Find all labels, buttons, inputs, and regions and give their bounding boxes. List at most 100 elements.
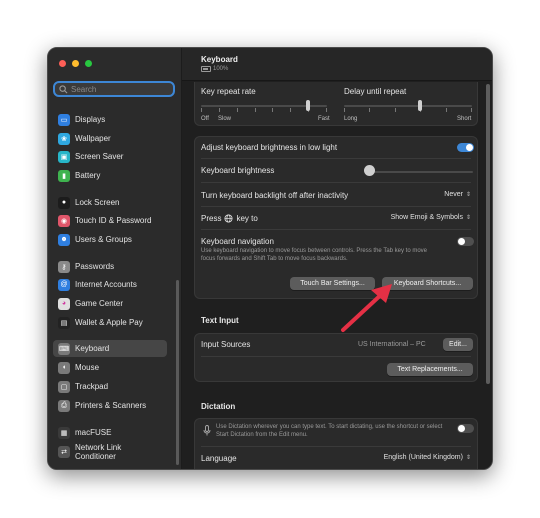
search-icon [59, 85, 68, 94]
sidebar-item-label: Mouse [75, 363, 100, 372]
sidebar-item-label: Network Link Conditioner [75, 443, 122, 461]
trackpad-icon: ▢ [58, 380, 70, 393]
press-key-suffix: key to [236, 214, 258, 223]
slider-tick [344, 108, 345, 112]
macfuse-icon: ▦ [58, 426, 70, 439]
slider-tick [272, 108, 273, 112]
adjust-brightness-toggle[interactable] [457, 143, 474, 152]
at-icon: @ [58, 278, 70, 291]
sidebar-item-battery[interactable]: ▮ Battery [53, 167, 167, 184]
sidebar-scrollbar[interactable] [176, 280, 179, 465]
slider-tick [290, 108, 291, 112]
sidebar-item-macfuse[interactable]: ▦ macFUSE [53, 424, 167, 441]
main-scrollbar[interactable] [486, 84, 490, 384]
slider-tick [219, 108, 220, 112]
slider-knob[interactable] [418, 100, 422, 111]
page-title: Keyboard [201, 55, 238, 64]
zoom-window-button[interactable] [85, 60, 92, 67]
sidebar-item-trackpad[interactable]: ▢ Trackpad [53, 378, 167, 395]
delay-until-repeat-label: Delay until repeat [344, 87, 407, 96]
fingerprint-icon: ◉ [58, 214, 70, 227]
backlight-off-value: Never [444, 191, 463, 198]
keyboard-brightness-slider[interactable] [364, 165, 375, 176]
sidebar-item-network-link-conditioner[interactable]: ⇄ Network Link Conditioner [53, 440, 167, 464]
sidebar-item-label: Trackpad [75, 382, 109, 391]
keyboard-navigation-toggle[interactable] [457, 237, 474, 246]
dictation-panel: Use Dictation wherever you can type text… [194, 418, 478, 469]
battery-percent: 100% [213, 66, 229, 72]
users-icon: ☻ [58, 233, 70, 246]
sidebar-item-passwords[interactable]: ⚷ Passwords [53, 258, 167, 275]
sidebar-item-wallet-apple-pay[interactable]: ▤ Wallet & Apple Pay [53, 314, 167, 331]
sidebar-item-wallpaper[interactable]: ❀ Wallpaper [53, 130, 167, 147]
wallpaper-icon: ❀ [58, 132, 70, 145]
sidebar-item-label: Battery [75, 171, 101, 180]
battery-icon: ▮ [58, 169, 70, 182]
settings-window: Search ▭ Displays ❀ Wallpaper ▣ Screen Saver ▮… [47, 47, 493, 470]
sidebar-item-label: Wallpaper [75, 134, 111, 143]
sidebar-item-users-groups[interactable]: ☻ Users & Groups [53, 231, 167, 248]
dictation-description: Use Dictation wherever you can type text… [216, 424, 443, 438]
slider-tick [201, 108, 202, 112]
slider-tick [446, 108, 447, 112]
titlebar: Keyboard 100% [182, 48, 492, 81]
slider-track [344, 105, 472, 107]
slider-tick [326, 108, 327, 112]
delay-long-label: Long [344, 116, 358, 122]
dictation-toggle[interactable] [457, 424, 474, 433]
sidebar-item-label: Keyboard [75, 344, 110, 353]
sidebar-item-touch-id-password[interactable]: ◉ Touch ID & Password [53, 212, 167, 229]
backlight-off-label: Turn keyboard backlight off after inacti… [201, 191, 349, 200]
text-replacements-button[interactable]: Text Replacements... [387, 363, 473, 376]
slider-tick [255, 108, 256, 112]
key-repeat-fast-label: Fast [318, 116, 330, 122]
language-value: English (United Kingdom) [383, 454, 463, 461]
sidebar-item-mouse[interactable]: ◖ Mouse [53, 359, 167, 376]
sidebar-item-keyboard[interactable]: ⌨ Keyboard [53, 340, 167, 357]
sidebar-item-label: Printers & Scanners [75, 401, 147, 410]
sidebar-item-label: macFUSE [75, 428, 112, 437]
delay-short-label: Short [457, 116, 472, 122]
language-popup[interactable]: English (United Kingdom) ⇕ [384, 454, 471, 461]
text-input-heading: Text Input [201, 316, 239, 325]
key-repeat-panel: Key repeat rate Delay until repeat Off S… [194, 82, 478, 126]
sidebar-item-game-center[interactable]: ◕ Game Center [53, 295, 167, 312]
press-key-prefix: Press [201, 214, 222, 223]
language-label: Language [201, 454, 237, 463]
sidebar-item-lock-screen[interactable]: ● Lock Screen [53, 194, 167, 211]
slider-knob[interactable] [306, 100, 310, 111]
press-key-popup[interactable]: Show Emoji & Symbols ⇕ [391, 214, 471, 221]
sidebar-item-label: Game Center [75, 299, 124, 308]
slider-tick [237, 108, 238, 112]
chevron-updown-icon: ⇕ [465, 455, 471, 461]
key-repeat-rate-label: Key repeat rate [201, 87, 256, 96]
sidebar-item-internet-accounts[interactable]: @ Internet Accounts [53, 276, 167, 293]
keyboard-shortcuts-button[interactable]: Keyboard Shortcuts... [382, 277, 473, 290]
touch-bar-settings-button[interactable]: Touch Bar Settings... [290, 277, 375, 290]
sidebar-item-printers-scanners[interactable]: ⎙ Printers & Scanners [53, 397, 167, 414]
wallet-icon: ▤ [58, 316, 70, 329]
slider-tick [471, 108, 472, 112]
key-repeat-slow-label: Slow [218, 116, 232, 122]
sidebar-item-label: Users & Groups [75, 235, 132, 244]
input-sources-label: Input Sources [201, 340, 251, 349]
input-sources-value: US International – PC [358, 341, 426, 348]
sidebar-item-screen-saver[interactable]: ▣ Screen Saver [53, 148, 167, 165]
edit-input-sources-button[interactable]: Edit... [443, 338, 473, 351]
keyboard-settings-panel: Adjust keyboard brightness in low light … [194, 136, 478, 299]
sidebar-item-label: Passwords [75, 262, 115, 271]
backlight-off-popup[interactable]: Never ⇕ [444, 191, 471, 198]
close-window-button[interactable] [59, 60, 66, 67]
brightness-track [367, 171, 473, 173]
microphone-icon [203, 425, 211, 436]
sidebar: Search ▭ Displays ❀ Wallpaper ▣ Screen Saver ▮… [48, 48, 182, 469]
minimize-window-button[interactable] [72, 60, 79, 67]
sidebar-item-label: Screen Saver [75, 152, 124, 161]
delay-until-repeat-slider[interactable] [344, 100, 472, 112]
key-repeat-off-label: Off [201, 116, 209, 122]
sidebar-item-displays[interactable]: ▭ Displays [53, 111, 167, 128]
sidebar-item-label: Wallet & Apple Pay [75, 318, 143, 327]
keyboard-navigation-label: Keyboard navigation [201, 237, 274, 246]
search-input[interactable]: Search [53, 81, 175, 97]
key-repeat-slider[interactable] [201, 100, 327, 112]
